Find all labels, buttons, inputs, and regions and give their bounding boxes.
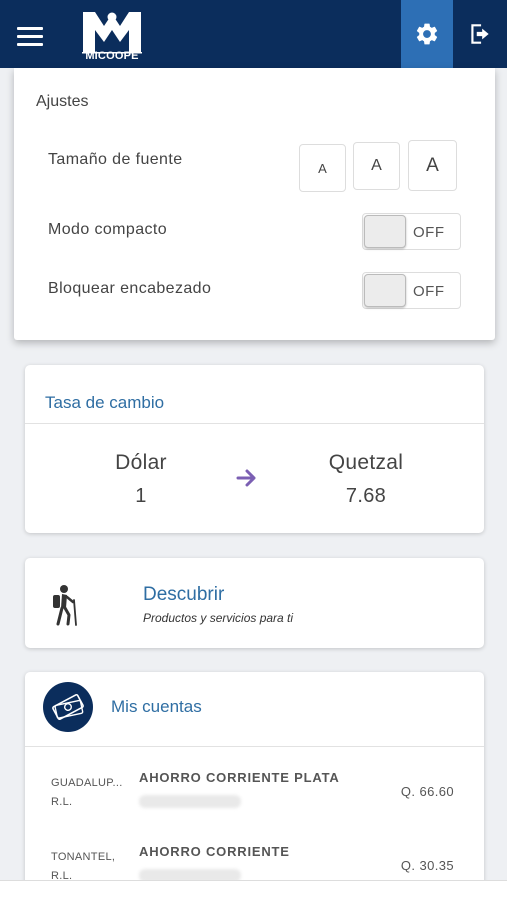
divider — [25, 423, 484, 424]
bank-line-1: TONANTEL, — [51, 851, 116, 863]
toggle-knob — [364, 215, 406, 248]
bank-line-1: GUADALUP... — [51, 777, 123, 789]
to-value: 7.68 — [345, 485, 387, 507]
font-size-small-button[interactable]: A — [299, 144, 346, 192]
gear-icon — [416, 23, 438, 45]
exchange-to: Quetzal 7.68 — [296, 451, 436, 508]
settings-title: Ajustes — [36, 93, 89, 110]
lock-header-toggle[interactable]: OFF — [362, 272, 461, 309]
arrow-right-icon — [236, 469, 256, 487]
discover-title: Descubrir — [143, 584, 225, 605]
divider — [25, 746, 484, 747]
exchange-from: Dólar 1 — [71, 451, 211, 508]
font-size-label: Tamaño de fuente — [48, 151, 183, 168]
hiker-icon — [53, 585, 77, 626]
to-currency: Quetzal — [328, 451, 404, 474]
exchange-rate-card: Tasa de cambio Dólar 1 Quetzal 7.68 — [25, 365, 484, 533]
logo-text: MICOOPE — [85, 50, 139, 62]
account-bank: GUADALUP... R.L. — [51, 774, 123, 812]
account-name: AHORRO CORRIENTE PLATA — [139, 770, 340, 785]
from-value: 1 — [135, 485, 147, 507]
discover-card[interactable]: Descubrir Productos y servicios para ti — [25, 558, 484, 648]
money-icon — [43, 682, 93, 732]
app-header: MICOOPE — [0, 0, 507, 68]
compact-mode-toggle[interactable]: OFF — [362, 213, 461, 250]
bank-line-2: R.L. — [51, 796, 73, 808]
bottom-nav-bar — [0, 880, 507, 900]
accounts-title: Mis cuentas — [111, 697, 202, 716]
from-currency: Dólar — [115, 451, 167, 474]
compact-mode-label: Modo compacto — [48, 221, 168, 238]
account-number-masked — [139, 795, 241, 808]
font-size-large-button[interactable]: A — [408, 140, 457, 191]
account-amount: Q. 66.60 — [400, 784, 454, 799]
hamburger-menu-icon[interactable] — [10, 18, 50, 54]
discover-subtitle: Productos y servicios para ti — [143, 611, 294, 625]
toggle-state-text: OFF — [413, 224, 445, 241]
logout-icon — [471, 24, 489, 44]
toggle-knob — [364, 274, 406, 307]
settings-panel: Ajustes Tamaño de fuente A A A Modo comp… — [14, 68, 495, 340]
exchange-rate-title: Tasa de cambio — [45, 393, 165, 412]
lock-header-label: Bloquear encabezado — [48, 280, 212, 297]
account-amount: Q. 30.35 — [400, 858, 454, 873]
logout-button[interactable] — [453, 0, 507, 68]
accounts-card: Mis cuentas GUADALUP... R.L. AHORRO CORR… — [25, 672, 484, 900]
account-name: AHORRO CORRIENTE — [139, 844, 290, 859]
settings-button[interactable] — [401, 0, 453, 68]
toggle-state-text: OFF — [413, 283, 445, 300]
font-size-medium-button[interactable]: A — [353, 142, 400, 190]
